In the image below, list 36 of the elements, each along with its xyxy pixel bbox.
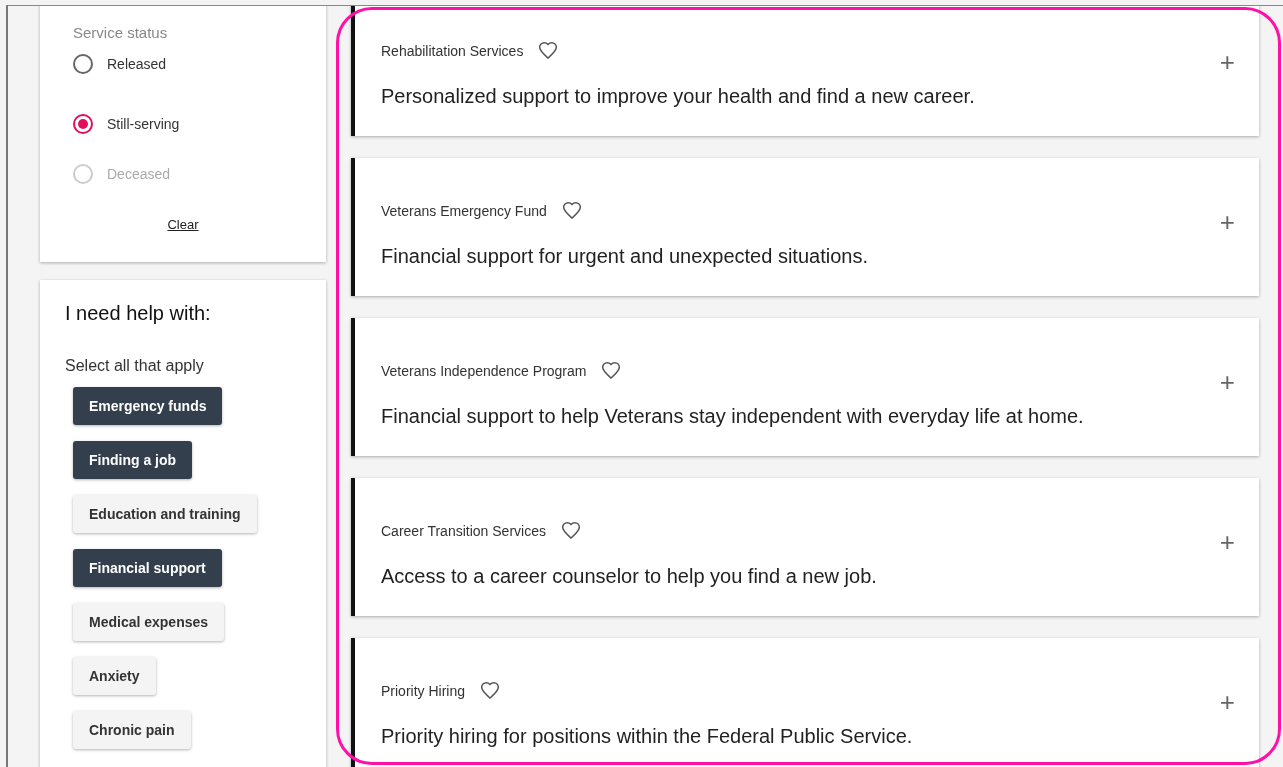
result-title[interactable]: Veterans Independence Program: [381, 362, 587, 379]
radio-label[interactable]: Released: [107, 56, 167, 72]
section-heading: I need help with:: [65, 302, 212, 325]
heart-icon[interactable]: [559, 520, 582, 541]
heart-icon[interactable]: [600, 360, 623, 381]
result-title[interactable]: Veterans Emergency Fund: [381, 202, 547, 219]
filter-chip[interactable]: Financial support: [73, 549, 222, 587]
filter-chip[interactable]: Anxiety: [73, 657, 156, 695]
result-description: Access to a career counselor to help you find a new job.: [381, 564, 878, 588]
expand-button[interactable]: +: [1219, 686, 1235, 718]
expand-button[interactable]: +: [1219, 46, 1235, 78]
result-title[interactable]: Career Transition Services: [381, 522, 546, 539]
result-description: Priority hiring for positions within the Federal Public Service.: [381, 724, 914, 748]
filter-chip[interactable]: Medical expenses: [73, 603, 225, 641]
expand-button[interactable]: +: [1219, 366, 1235, 398]
result-title[interactable]: Priority Hiring: [381, 682, 465, 699]
heart-icon[interactable]: [560, 200, 583, 221]
filter-chip[interactable]: Finding a job: [73, 441, 193, 479]
expand-button[interactable]: +: [1219, 206, 1235, 238]
heart-icon[interactable]: [479, 680, 501, 701]
filter-chip[interactable]: Emergency funds: [73, 387, 223, 425]
radio-label: Deceased: [107, 166, 171, 182]
filter-label: Service status: [73, 24, 169, 41]
result-description: Financial support to help Veterans stay independent with everyday life at home.: [381, 404, 1085, 428]
result-description: Personalized support to improve your health and find a new career.: [381, 84, 976, 108]
result-description: Financial support for urgent and unexpected situations.: [381, 244, 869, 268]
radio-label[interactable]: Still-serving: [107, 116, 180, 132]
radio-button[interactable]: [73, 54, 93, 74]
clear-link[interactable]: Clear: [167, 217, 199, 232]
expand-button[interactable]: +: [1219, 526, 1235, 558]
result-title[interactable]: Rehabilitation Services: [381, 42, 524, 59]
hint-text: Select all that apply: [65, 357, 205, 375]
filter-chip[interactable]: Chronic pain: [73, 711, 191, 749]
filter-chip[interactable]: Education and training: [73, 495, 257, 533]
radio-button[interactable]: [73, 114, 93, 134]
heart-icon[interactable]: [537, 40, 560, 61]
